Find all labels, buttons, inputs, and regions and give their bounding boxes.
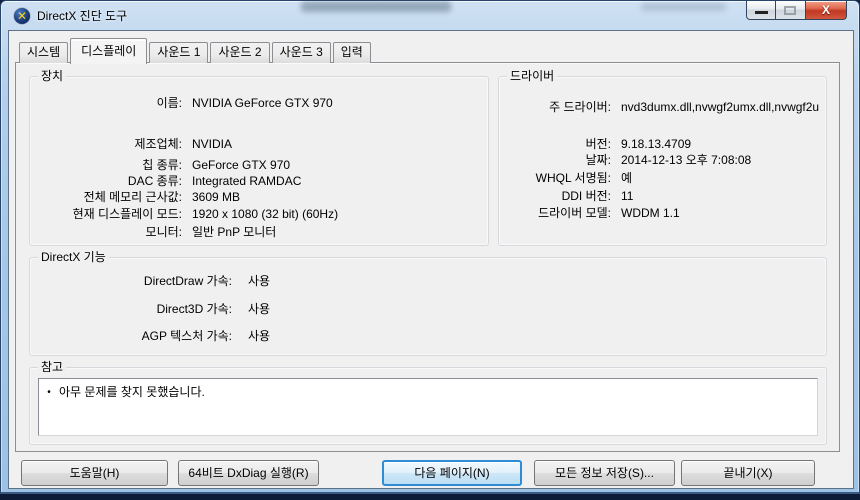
feature-row-agp: AGP 텍스처 가속: 사용	[38, 328, 820, 344]
feature-row-directdraw: DirectDraw 가속: 사용	[38, 273, 820, 289]
field-label: 드라이버 모델:	[507, 205, 611, 221]
field-value: 일반 PnP 모니터	[192, 224, 276, 240]
driver-row-model: 드라이버 모델: WDDM 1.1	[507, 205, 820, 221]
tab-sound3[interactable]: 사운드 3	[272, 42, 331, 63]
field-label: DirectDraw 가속:	[38, 273, 232, 289]
notes-groupbox: 참고 • 아무 문제를 찾지 못했습니다.	[29, 367, 827, 445]
field-label: WHQL 서명됨:	[507, 170, 611, 186]
field-label: 모니터:	[38, 224, 182, 240]
field-value: 사용	[248, 301, 270, 317]
device-row-display-mode: 현재 디스플레이 모드: 1920 x 1080 (32 bit) (60Hz)	[38, 206, 482, 222]
help-button[interactable]: 도움말(H)	[21, 460, 168, 486]
device-row-dac-type: DAC 종류: Integrated RAMDAC	[38, 173, 482, 189]
field-value: 2014-12-13 오후 7:08:08	[621, 152, 751, 168]
field-value: 3609 MB	[192, 189, 240, 205]
caption-buttons: X	[746, 1, 847, 20]
device-row-monitor: 모니터: 일반 PnP 모니터	[38, 224, 482, 240]
notes-textbox[interactable]: • 아무 문제를 찾지 못했습니다.	[38, 378, 818, 436]
field-label: 주 드라이버:	[507, 99, 611, 115]
run-64bit-dxdiag-button[interactable]: 64비트 DxDiag 실행(R)	[178, 460, 319, 486]
tab-system[interactable]: 시스템	[19, 42, 68, 63]
field-label: 전체 메모리 근사값:	[38, 189, 182, 205]
field-value: GeForce GTX 970	[192, 157, 290, 173]
driver-group-title: 드라이버	[507, 69, 557, 84]
field-value: 예	[621, 170, 632, 186]
device-row-name: 이름: NVIDIA GeForce GTX 970	[38, 95, 482, 111]
maximize-button[interactable]	[776, 1, 805, 20]
tab-display[interactable]: 디스플레이	[70, 38, 147, 64]
minimize-icon	[755, 11, 768, 14]
note-item: • 아무 문제를 찾지 못했습니다.	[39, 385, 817, 400]
field-value: 사용	[248, 328, 270, 344]
field-label: Direct3D 가속:	[38, 301, 232, 317]
note-text: 아무 문제를 찾지 못했습니다.	[59, 385, 205, 400]
driver-row-date: 날짜: 2014-12-13 오후 7:08:08	[507, 152, 820, 168]
field-label: 현재 디스플레이 모드:	[38, 206, 182, 222]
driver-groupbox: 드라이버 주 드라이버: nvd3dumx.dll,nvwgf2umx.dll,…	[498, 76, 827, 246]
next-page-button[interactable]: 다음 페이지(N)	[382, 460, 522, 486]
device-row-chip-type: 칩 종류: GeForce GTX 970	[38, 157, 482, 173]
driver-row-version: 버전: 9.18.13.4709	[507, 136, 820, 152]
features-group-title: DirectX 기능	[38, 250, 109, 265]
field-value: NVIDIA	[192, 136, 232, 152]
device-groupbox: 장치 이름: NVIDIA GeForce GTX 970 제조업체: NVID…	[29, 76, 489, 246]
tab-sound1[interactable]: 사운드 1	[149, 42, 208, 63]
close-icon: X	[806, 3, 846, 17]
desktop-background-strip	[0, 494, 860, 500]
notes-group-title: 참고	[38, 360, 66, 375]
device-row-manufacturer: 제조업체: NVIDIA	[38, 136, 482, 152]
device-group-title: 장치	[38, 69, 66, 84]
titlebar[interactable]: DirectX 진단 도구 X	[1, 1, 859, 30]
field-label: 칩 종류:	[38, 157, 182, 173]
window-title: DirectX 진단 도구	[37, 8, 127, 24]
field-value: Integrated RAMDAC	[192, 173, 301, 189]
exit-button[interactable]: 끝내기(X)	[681, 460, 815, 486]
field-value: 1920 x 1080 (32 bit) (60Hz)	[192, 206, 338, 222]
display-tab-panel: 장치 이름: NVIDIA GeForce GTX 970 제조업체: NVID…	[15, 62, 840, 452]
client-area: 시스템 디스플레이 사운드 1 사운드 2 사운드 3 입력 장치 이름: NV…	[8, 30, 854, 489]
field-label: DDI 버전:	[507, 188, 611, 204]
maximize-icon	[784, 6, 796, 15]
close-button[interactable]: X	[805, 1, 847, 20]
field-label: 날짜:	[507, 152, 611, 168]
field-value: WDDM 1.1	[621, 205, 680, 221]
field-value: 사용	[248, 273, 270, 289]
field-label: 버전:	[507, 136, 611, 152]
minimize-button[interactable]	[746, 1, 776, 20]
driver-row-ddi: DDI 버전: 11	[507, 188, 820, 204]
directx-features-groupbox: DirectX 기능 DirectDraw 가속: 사용 Direct3D 가속…	[29, 257, 827, 356]
tab-input[interactable]: 입력	[333, 42, 371, 63]
device-row-memory: 전체 메모리 근사값: 3609 MB	[38, 189, 482, 205]
tab-strip: 시스템 디스플레이 사운드 1 사운드 2 사운드 3 입력	[19, 36, 373, 63]
field-label: AGP 텍스처 가속:	[38, 328, 232, 344]
field-value: 9.18.13.4709	[621, 136, 691, 152]
field-value: nvd3dumx.dll,nvwgf2umx.dll,nvwgf2u	[621, 99, 819, 115]
dxdiag-window: DirectX 진단 도구 X 시스템 디스플레이 사운드 1 사운드 2 사운…	[0, 0, 860, 494]
tab-sound2[interactable]: 사운드 2	[210, 42, 269, 63]
dxdiag-app-icon	[14, 8, 30, 24]
driver-row-main-driver: 주 드라이버: nvd3dumx.dll,nvwgf2umx.dll,nvwgf…	[507, 99, 820, 115]
field-value: 11	[621, 188, 633, 204]
field-value: NVIDIA GeForce GTX 970	[192, 95, 333, 111]
driver-row-whql: WHQL 서명됨: 예	[507, 170, 820, 186]
bullet-icon: •	[39, 385, 59, 400]
save-all-information-button[interactable]: 모든 정보 저장(S)...	[534, 460, 675, 486]
field-label: 이름:	[38, 95, 182, 111]
field-label: 제조업체:	[38, 136, 182, 152]
feature-row-direct3d: Direct3D 가속: 사용	[38, 301, 820, 317]
field-label: DAC 종류:	[38, 173, 182, 189]
